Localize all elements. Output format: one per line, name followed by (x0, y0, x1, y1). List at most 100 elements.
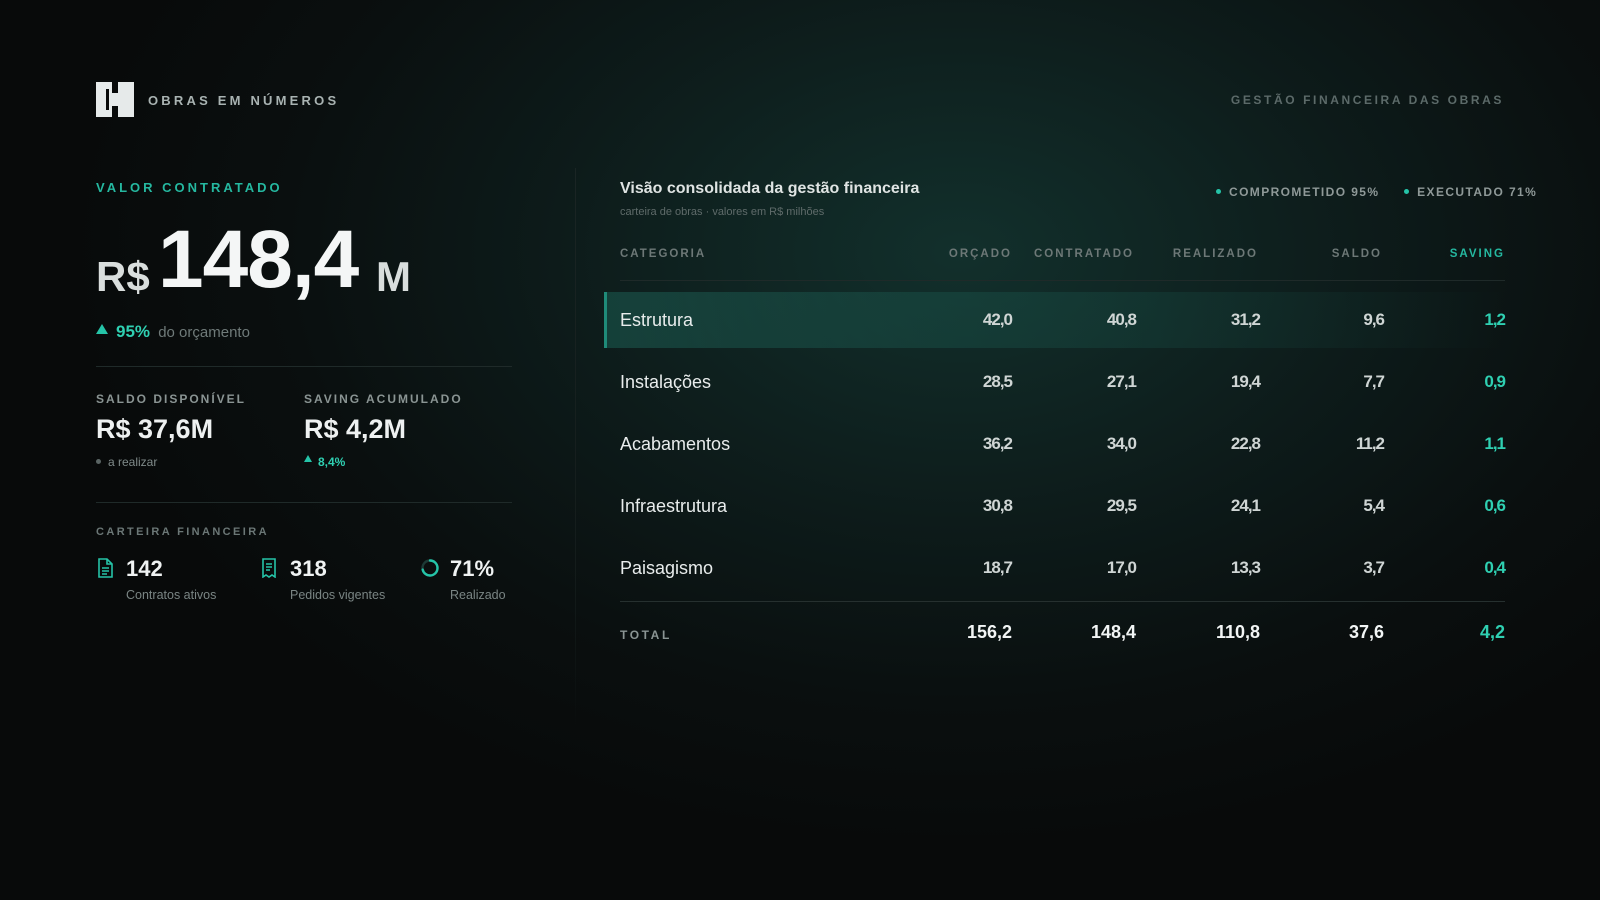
cell-contratado: 29,5 (1106, 496, 1137, 515)
cell-categoria: Infraestrutura (620, 496, 728, 516)
cell-saving: 0,6 (1484, 496, 1506, 515)
cell-orcado: 36,2 (982, 434, 1013, 453)
divider (96, 502, 512, 503)
legend-item: EXECUTADO 71% (1404, 185, 1537, 199)
cell-categoria: Acabamentos (620, 434, 731, 454)
summary-panel: VALOR CONTRATADO R$ 148,4 M 95% do orçam… (96, 180, 512, 602)
cell-realizado: 24,1 (1230, 496, 1261, 515)
total-contratado: 148,4 (1090, 622, 1136, 642)
cell-orcado: 18,7 (982, 558, 1013, 577)
budget-percent-value: 95% (116, 322, 151, 341)
header-divider (620, 280, 1505, 281)
cell-saving: 1,2 (1484, 310, 1506, 329)
contracted-value: R$ 148,4 M (96, 214, 512, 305)
divider (96, 366, 512, 367)
cell-realizado: 31,2 (1230, 310, 1261, 329)
column-header: CONTRATADO (1033, 248, 1134, 260)
row-highlight (604, 292, 620, 348)
legend: COMPROMETIDO 95% EXECUTADO 71% (1216, 185, 1537, 199)
table-row[interactable]: Acabamentos 36,2 34,0 22,8 11,2 1,1 (620, 416, 1506, 472)
cell-orcado: 30,8 (982, 496, 1013, 515)
saldo-value: R$ 37,6M (96, 414, 214, 444)
table-row[interactable]: Estrutura 42,0 40,8 31,2 9,6 1,2 (604, 292, 1506, 348)
legend-item: COMPROMETIDO 95% (1216, 185, 1379, 199)
legend-label: COMPROMETIDO 95% (1229, 185, 1380, 199)
progress-ring-icon (421, 559, 439, 577)
cell-categoria: Instalações (620, 372, 712, 392)
legend-dot-icon (1216, 189, 1221, 194)
cell-realizado: 22,8 (1230, 434, 1261, 453)
column-header: ORÇADO (948, 248, 1012, 260)
cell-categoria: Estrutura (620, 310, 694, 330)
total-saldo: 37,6 (1348, 622, 1384, 642)
saving-value: R$ 4,2M (304, 414, 407, 444)
total-orcado: 156,2 (966, 622, 1012, 642)
cell-contratado: 27,1 (1106, 372, 1137, 391)
cell-saving: 1,1 (1484, 434, 1506, 453)
kpi-realizado: 71% Realizado (420, 556, 560, 606)
table-row[interactable]: Instalações 28,5 27,1 19,4 7,7 0,9 (620, 354, 1506, 410)
currency-symbol: R$ (96, 253, 150, 300)
up-arrow-icon (304, 455, 312, 462)
column-header: REALIZADO (1172, 248, 1258, 260)
cell-orcado: 42,0 (982, 310, 1013, 329)
saving-sub-text: 8,4% (318, 455, 346, 469)
total-row: TOTAL 156,2 148,4 110,8 37,6 4,2 (620, 618, 1505, 658)
column-header: SAVING (1449, 248, 1505, 260)
cell-saldo: 5,4 (1363, 496, 1385, 515)
document-icon (98, 558, 113, 578)
kpi-value: 71% (450, 556, 495, 581)
cell-contratado: 17,0 (1106, 558, 1137, 577)
cell-saldo: 11,2 (1355, 434, 1385, 453)
carteira-label: CARTEIRA FINANCEIRA (96, 526, 269, 538)
kpi-value: 142 (126, 556, 163, 581)
total-realizado: 110,8 (1215, 622, 1260, 642)
summary-eyebrow: VALOR CONTRATADO (96, 180, 283, 195)
cell-saving: 0,4 (1484, 558, 1506, 577)
cell-realizado: 19,4 (1230, 372, 1261, 391)
cell-categoria: Paisagismo (620, 558, 714, 578)
total-divider (620, 601, 1505, 602)
cell-orcado: 28,5 (982, 372, 1013, 391)
building-logo-icon (96, 82, 134, 117)
up-arrow-icon (96, 324, 108, 334)
saldo-sub: a realizar (96, 455, 296, 469)
bullet-icon (96, 459, 101, 464)
saving-sub: 8,4% (304, 455, 504, 469)
saldo-sub-text: a realizar (108, 455, 158, 469)
cell-contratado: 40,8 (1106, 310, 1137, 329)
legend-label: EXECUTADO 71% (1417, 185, 1538, 199)
table-row[interactable]: Paisagismo 18,7 17,0 13,3 3,7 0,4 (620, 540, 1506, 596)
total-saving: 4,2 (1479, 622, 1505, 642)
column-header: SALDO (1331, 248, 1382, 260)
budget-percent: 95% do orçamento (96, 322, 250, 342)
cell-saldo: 3,7 (1363, 558, 1385, 577)
budget-percent-label: do orçamento (158, 324, 250, 341)
panel-subtitle: carteira de obras · valores em R$ milhõe… (620, 206, 825, 218)
brand-name: OBRAS EM NÚMEROS (148, 93, 340, 108)
cell-saldo: 9,6 (1363, 310, 1385, 329)
total-label: TOTAL (620, 628, 672, 642)
contracted-amount: 148,4 (158, 214, 359, 305)
header: OBRAS EM NÚMEROS GESTÃO FINANCEIRA DAS O… (96, 82, 1504, 118)
saving-stat: SAVING ACUMULADO R$ 4,2M 8,4% (304, 392, 504, 469)
amount-unit: M (376, 253, 411, 300)
cell-realizado: 13,3 (1230, 558, 1261, 577)
cell-saving: 0,9 (1484, 372, 1506, 391)
saldo-label: SALDO DISPONÍVEL (96, 392, 247, 406)
kpi-label: Realizado (450, 588, 506, 602)
kpi-pedidos: 318 Pedidos vigentes (260, 556, 400, 606)
legend-dot-icon (1404, 189, 1410, 194)
column-header: CATEGORIA (620, 248, 707, 260)
kpi-label: Pedidos vigentes (290, 588, 386, 602)
cell-contratado: 34,0 (1106, 434, 1137, 453)
saving-label: SAVING ACUMULADO (304, 392, 463, 406)
kpi-contratos: 142 Contratos ativos (96, 556, 236, 606)
table-row[interactable]: Infraestrutura 30,8 29,5 24,1 5,4 0,6 (620, 478, 1506, 534)
receipt-icon (262, 558, 276, 578)
kpi-value: 318 (290, 556, 327, 581)
saldo-stat: SALDO DISPONÍVEL R$ 37,6M a realizar (96, 392, 296, 469)
cell-saldo: 7,7 (1363, 372, 1385, 391)
header-section-label: GESTÃO FINANCEIRA DAS OBRAS (1230, 93, 1504, 107)
kpi-label: Contratos ativos (126, 588, 217, 602)
